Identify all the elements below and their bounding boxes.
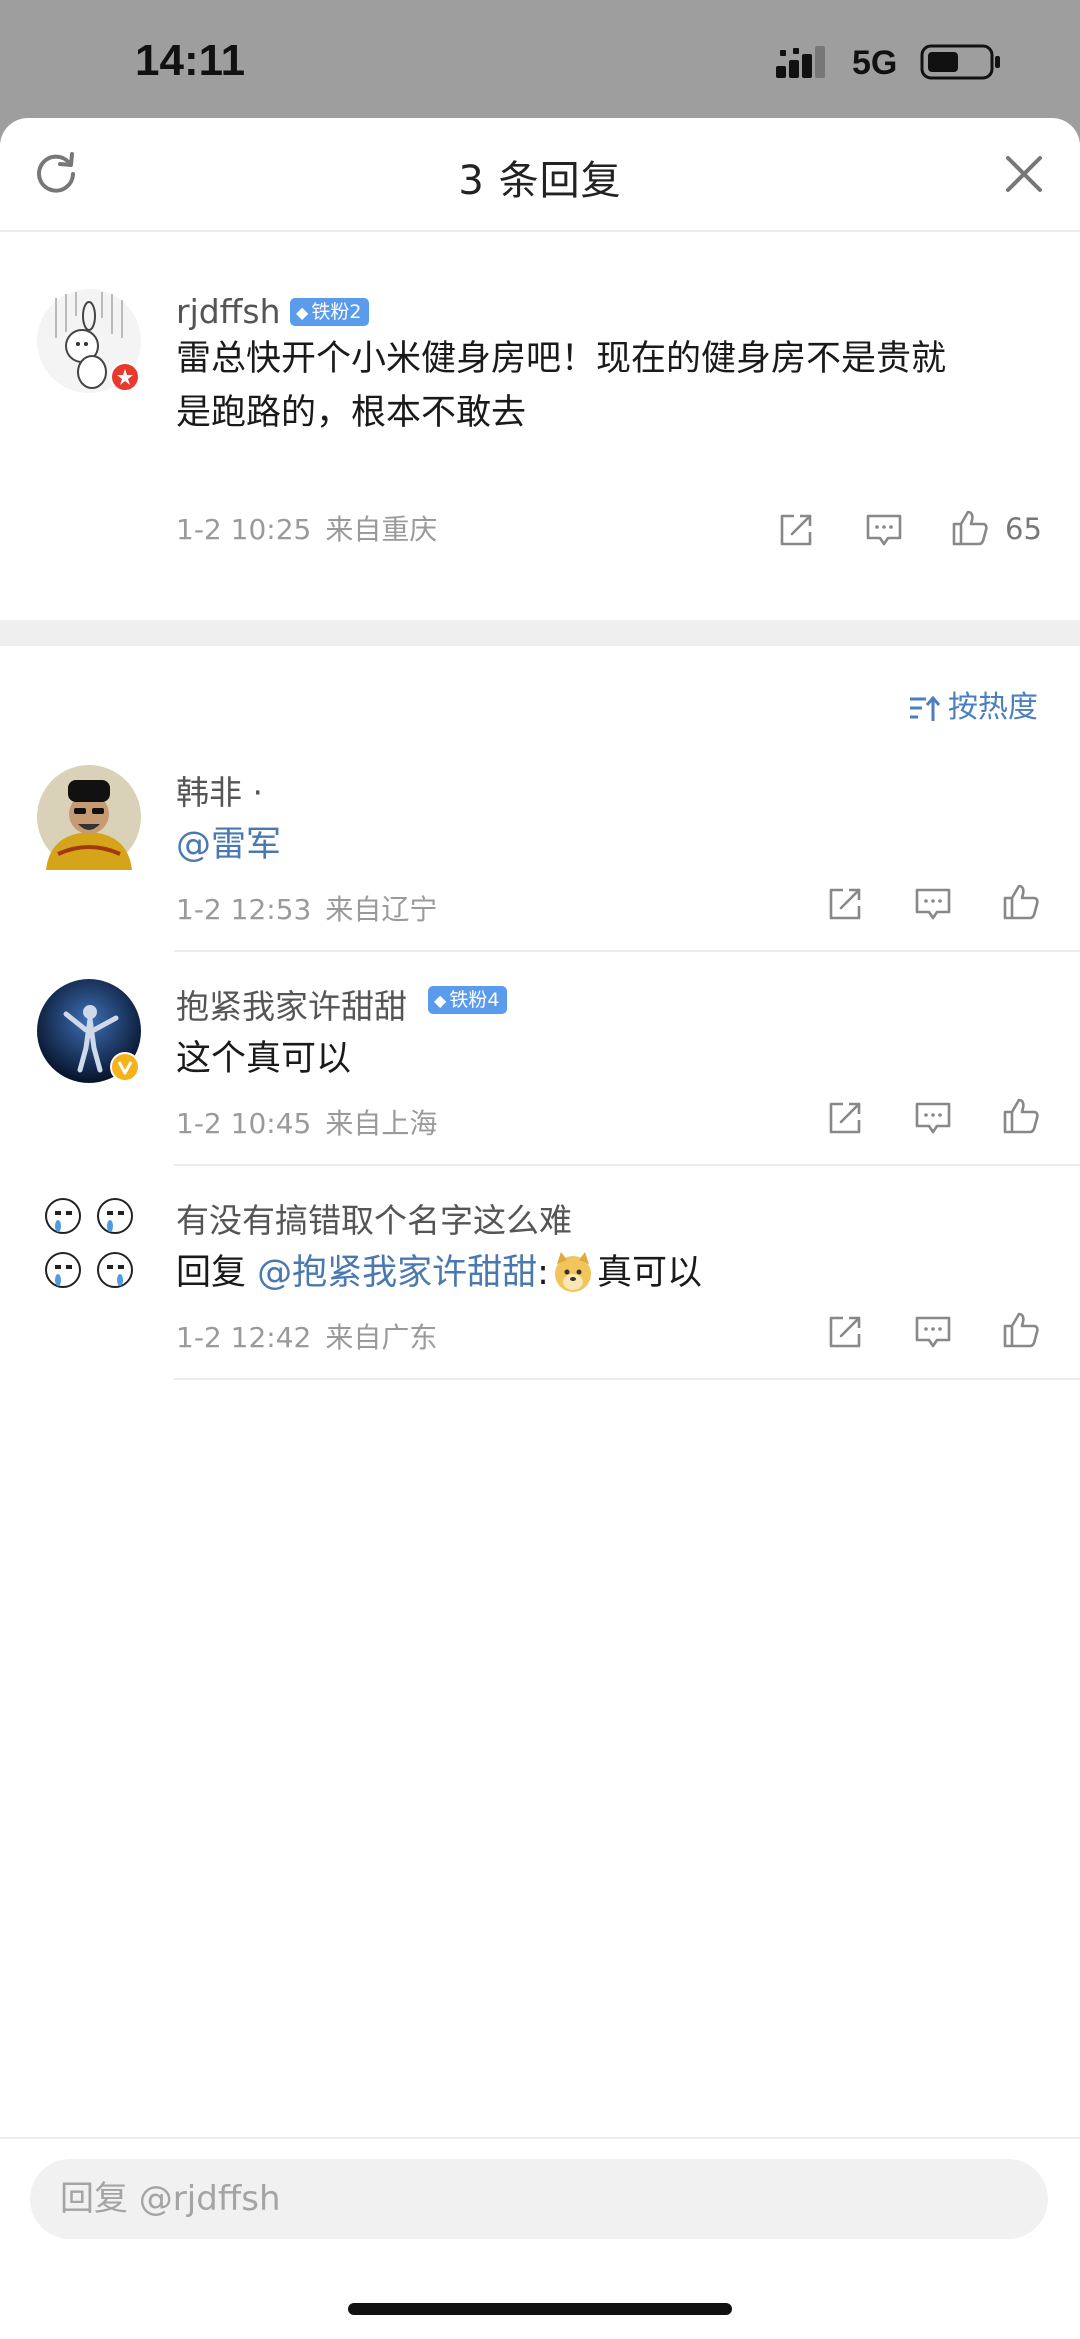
doge-emoji-icon — [554, 1252, 591, 1292]
sort-icon — [910, 695, 941, 721]
avatar[interactable] — [36, 288, 142, 394]
reply-item: 韩非 · @雷军 1-2 12:53 来自辽宁 — [0, 738, 1080, 952]
comment-location: 来自上海 — [325, 1107, 438, 1140]
home-indicator[interactable] — [348, 2303, 732, 2315]
comment-date: 1-2 12:42 — [176, 1321, 312, 1354]
avatar-emperor-image — [37, 765, 141, 870]
sheet-title: 3 条回复 — [458, 158, 622, 204]
root-comment: rjdffsh ◆ 铁粉2 雷总快开个小米健身房吧！现在的健身房不是贵就 是跑路的… — [0, 232, 1080, 620]
battery-icon — [920, 44, 1000, 80]
comment-text-line: 是跑路的，根本不敢去 — [176, 393, 527, 433]
comment-text: 雷总快开个小米健身房吧！现在的健身房不是贵就 是跑路的，根本不敢去 — [176, 332, 946, 440]
share-icon[interactable] — [776, 510, 816, 550]
comment-location: 来自重庆 — [325, 513, 438, 546]
replies-sheet: 3 条回复 rjdffsh ◆ 铁粉2 雷总快开个小米健身房吧！现在的健身房不是… — [0, 118, 1080, 2337]
comment-date: 1-2 10:45 — [176, 1107, 312, 1140]
like-icon[interactable] — [950, 508, 990, 548]
section-divider — [0, 620, 1080, 646]
mention-link[interactable]: @雷军 — [176, 818, 281, 872]
avatar[interactable] — [36, 1192, 142, 1298]
username[interactable]: 抱紧我家许甜甜 — [176, 980, 407, 1028]
verified-v-badge-icon — [110, 1052, 140, 1082]
username[interactable]: 有没有搞错取个名字这么难 — [176, 1194, 572, 1242]
share-icon[interactable] — [825, 884, 865, 924]
mention-link[interactable]: @抱紧我家许甜甜 — [257, 1253, 537, 1293]
reply-prefix: 回复 — [176, 1253, 258, 1293]
status-time: 14:11 — [135, 36, 246, 85]
fan-badge: ◆ 铁粉2 — [290, 298, 370, 326]
comment-icon[interactable] — [913, 1312, 953, 1352]
comment-meta: 1-2 10:25 来自重庆 — [176, 508, 437, 548]
avatar[interactable] — [36, 764, 142, 870]
sheet-header: 3 条回复 — [0, 118, 1080, 232]
avatar-meme-grid-image — [36, 1192, 142, 1298]
comment-meta: 1-2 12:42 来自广东 — [176, 1316, 437, 1356]
sort-by-hot-button[interactable]: 按热度 — [908, 682, 1038, 725]
comment-date: 1-2 10:25 — [176, 513, 312, 546]
diamond-icon: ◆ — [296, 303, 309, 322]
reply-text: 真可以 — [596, 1253, 702, 1293]
comment-text: 这个真可以 — [176, 1039, 352, 1079]
fan-badge-label: 铁粉4 — [449, 989, 500, 1011]
signal-icon — [776, 46, 825, 78]
username[interactable]: rjdffsh — [176, 292, 281, 331]
like-icon[interactable] — [1001, 1096, 1041, 1136]
fan-badge: ◆ 铁粉4 — [428, 986, 508, 1014]
username[interactable]: 韩非 · — [176, 766, 263, 814]
reply-item: 抱紧我家许甜甜 ◆ 铁粉4 这个真可以 1-2 10:45 来自上海 — [0, 952, 1080, 1166]
network-label: 5G — [852, 44, 898, 82]
fan-badge-label: 铁粉2 — [311, 301, 362, 323]
comment-icon[interactable] — [864, 510, 904, 550]
comment-text: 回复 @抱紧我家许甜甜: 真可以 — [176, 1246, 702, 1300]
avatar[interactable] — [36, 978, 142, 1084]
diamond-icon: ◆ — [434, 991, 447, 1010]
comment-location: 来自辽宁 — [325, 893, 438, 926]
comment-meta: 1-2 12:53 来自辽宁 — [176, 888, 437, 928]
like-icon[interactable] — [1001, 1310, 1041, 1350]
share-icon[interactable] — [825, 1098, 865, 1138]
like-count: 65 — [1005, 512, 1042, 546]
comment-date: 1-2 12:53 — [176, 893, 312, 926]
comment-icon[interactable] — [913, 884, 953, 924]
reply-input[interactable] — [30, 2159, 1048, 2239]
comment-meta: 1-2 10:45 来自上海 — [176, 1102, 437, 1142]
verified-red-badge-icon — [110, 362, 140, 392]
reply-colon: : — [537, 1253, 549, 1293]
close-icon[interactable] — [1004, 154, 1044, 194]
like-icon[interactable] — [1001, 882, 1041, 922]
share-icon[interactable] — [825, 1312, 865, 1352]
comment-location: 来自广东 — [325, 1321, 438, 1354]
reply-divider — [174, 1378, 1080, 1380]
sort-label: 按热度 — [948, 690, 1038, 725]
reply-item: 有没有搞错取个名字这么难 回复 @抱紧我家许甜甜: 真可以 1-2 12:42 来… — [0, 1166, 1080, 1380]
status-bar: 14:11 5G — [0, 0, 1080, 120]
comment-text-line: 雷总快开个小米健身房吧！现在的健身房不是贵就 — [176, 339, 947, 379]
comment-icon[interactable] — [913, 1098, 953, 1138]
